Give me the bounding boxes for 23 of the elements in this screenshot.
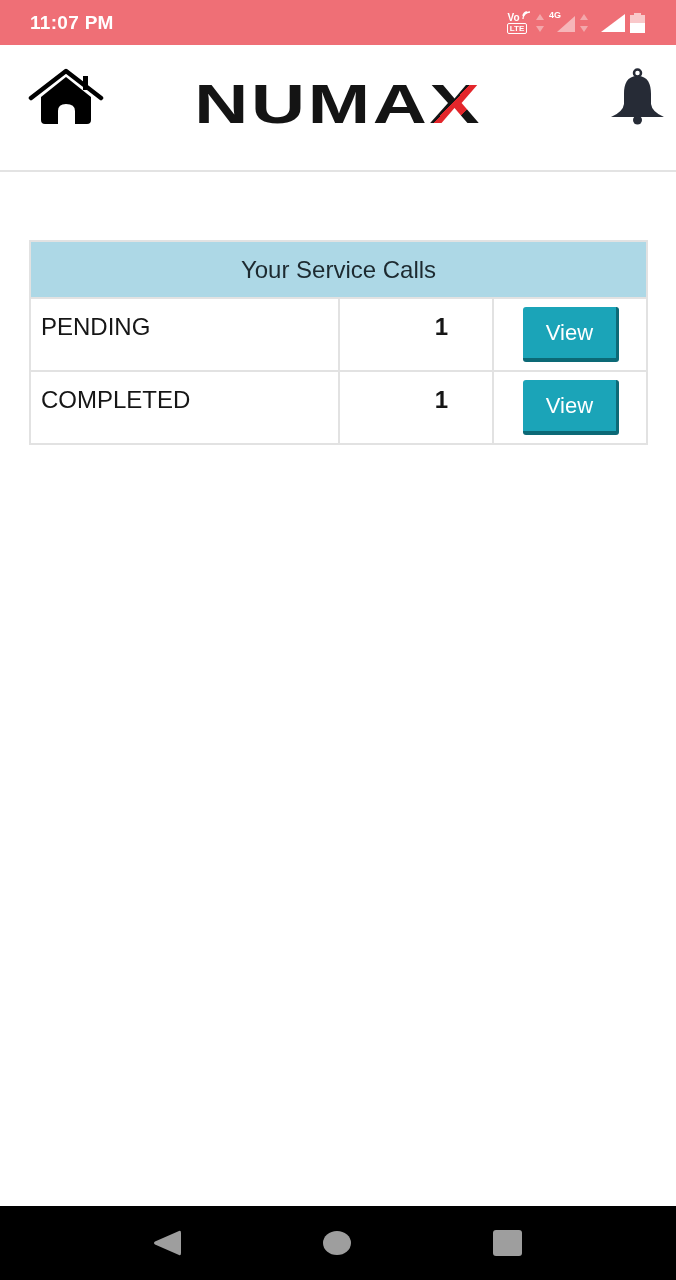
network-type-label: 4G [549, 9, 561, 20]
home-button[interactable] [28, 68, 104, 125]
volte-label: Vo [507, 11, 520, 23]
back-icon[interactable] [153, 1229, 181, 1257]
table-title: Your Service Calls [30, 241, 647, 298]
lte-label: LTE [506, 22, 528, 34]
data-arrows-icon [536, 13, 544, 32]
status-cell: PENDING [30, 298, 339, 371]
status-cell: COMPLETED [30, 371, 339, 444]
numax-logo: NUMAX [193, 76, 480, 132]
notifications-button[interactable] [609, 68, 666, 125]
count-cell: 1 [339, 371, 493, 444]
signal-icon [601, 13, 625, 32]
status-time: 11:07 PM [30, 11, 114, 34]
view-button[interactable]: View [523, 380, 619, 435]
home-circle-icon[interactable] [323, 1231, 351, 1255]
home-icon [28, 68, 104, 125]
data-arrows-icon [580, 13, 588, 32]
view-button[interactable]: View [523, 307, 619, 362]
bell-icon [609, 68, 666, 125]
calling-waves-icon [522, 10, 531, 20]
battery-icon [630, 12, 645, 33]
count-cell: 1 [339, 298, 493, 371]
